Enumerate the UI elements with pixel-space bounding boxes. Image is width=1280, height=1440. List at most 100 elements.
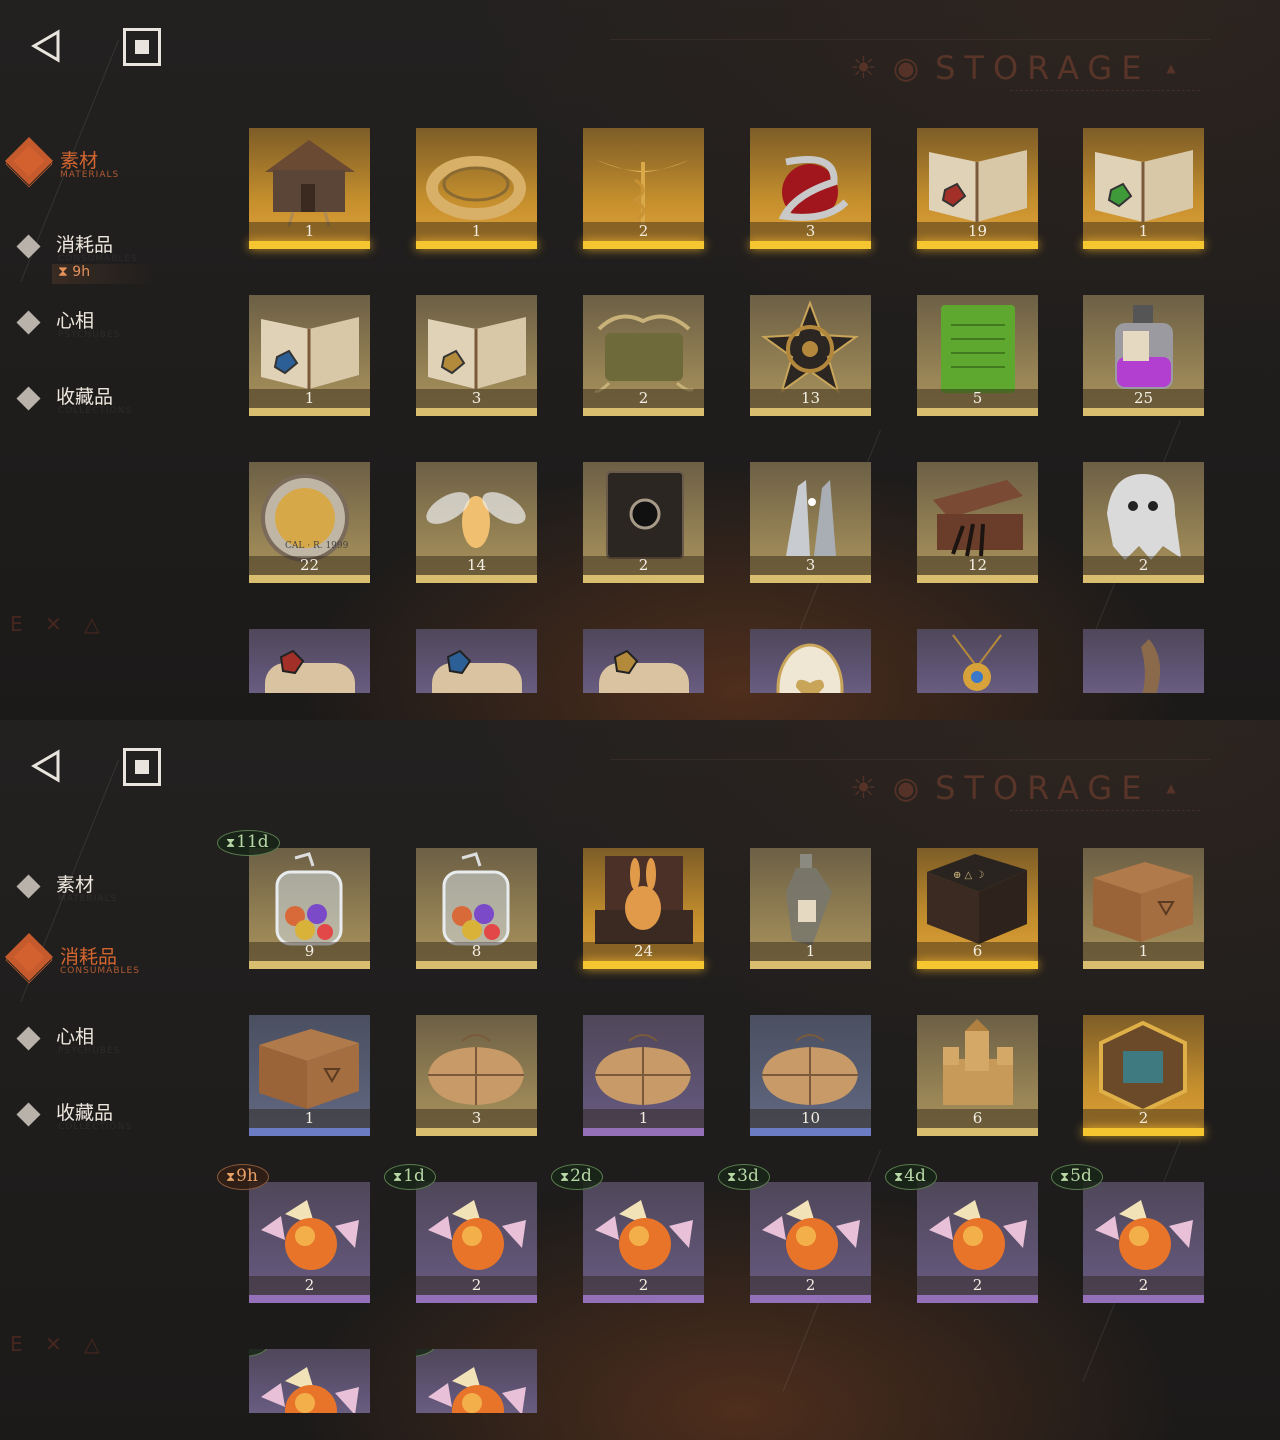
item-card[interactable]: 1 bbox=[1083, 128, 1204, 249]
rarity-bar bbox=[750, 961, 871, 969]
item-card[interactable]: 1 bbox=[416, 128, 537, 249]
item-card[interactable]: CAL · R. 1999 22 bbox=[249, 462, 370, 583]
item-card[interactable]: 3 bbox=[416, 1015, 537, 1136]
item-card[interactable]: 3 bbox=[750, 462, 871, 583]
home-button[interactable] bbox=[123, 748, 161, 786]
candies-icon bbox=[428, 1200, 526, 1270]
item-count: 3 bbox=[805, 222, 816, 240]
nav-psychubes[interactable]: 心相 PSYCHUBES bbox=[0, 300, 220, 350]
item-card[interactable]: 24 bbox=[583, 848, 704, 969]
item-card[interactable]: 6 bbox=[917, 1015, 1038, 1136]
timer-text: 11d bbox=[236, 832, 269, 852]
item-card[interactable]: 2 ⧗5d bbox=[1051, 1164, 1204, 1303]
rarity-bar bbox=[416, 1295, 537, 1303]
item-card[interactable]: 3 bbox=[416, 295, 537, 416]
item-card[interactable]: ⧗7d bbox=[416, 1349, 537, 1413]
item-card[interactable]: 1 bbox=[583, 1015, 704, 1136]
sand-castle-icon bbox=[943, 1019, 1013, 1105]
header-deco bbox=[610, 720, 1210, 760]
item-card[interactable]: 5 bbox=[917, 295, 1038, 416]
rarity-bar bbox=[750, 408, 871, 416]
item-card[interactable]: 1 bbox=[249, 1015, 370, 1136]
storage-title: STORAGE bbox=[935, 769, 1151, 807]
item-count: 1 bbox=[471, 222, 482, 240]
back-arrow-icon bbox=[31, 749, 60, 783]
item-card[interactable]: 19 bbox=[917, 128, 1038, 249]
item-card[interactable] bbox=[917, 629, 1038, 693]
item-count: 14 bbox=[466, 556, 487, 574]
nav-label: 心相 bbox=[56, 310, 95, 332]
item-card[interactable]: 13 bbox=[750, 295, 871, 416]
item-card[interactable]: 10 bbox=[750, 1015, 871, 1136]
rarity-bar bbox=[750, 1295, 871, 1303]
item-count: 3 bbox=[471, 1109, 482, 1127]
gold-rune-book-icon bbox=[428, 317, 526, 389]
svg-text:⊕ △ ☽: ⊕ △ ☽ bbox=[953, 870, 984, 881]
square-stop-icon bbox=[135, 40, 149, 54]
back-button[interactable] bbox=[28, 748, 64, 784]
back-button[interactable] bbox=[28, 28, 64, 64]
rarity-bar bbox=[1083, 408, 1204, 416]
item-card[interactable]: 2 bbox=[583, 462, 704, 583]
item-card[interactable]: 2 ⧗3d bbox=[718, 1164, 871, 1303]
home-button[interactable] bbox=[123, 28, 161, 66]
back-arrow-icon bbox=[31, 29, 60, 63]
square-stop-icon bbox=[135, 760, 149, 774]
candies-icon bbox=[1095, 1200, 1193, 1270]
winged-caduceus-icon bbox=[597, 160, 689, 224]
nav-collections[interactable]: 收藏品 COLLECTIONS bbox=[0, 376, 220, 426]
item-card[interactable] bbox=[1083, 629, 1204, 693]
rarity-bar bbox=[917, 1295, 1038, 1303]
item-card[interactable]: 14 bbox=[416, 462, 537, 583]
item-card[interactable] bbox=[583, 629, 704, 693]
item-card[interactable]: 2 ⧗9h bbox=[217, 1164, 370, 1303]
expiry-timer-badge: ⧗3d bbox=[718, 1164, 770, 1190]
item-count: 1 bbox=[304, 1109, 315, 1127]
svg-text:CAL · R. 1999: CAL · R. 1999 bbox=[285, 541, 349, 551]
item-card[interactable]: 1 bbox=[750, 848, 871, 969]
item-count: 1 bbox=[304, 389, 315, 407]
nav-materials[interactable]: 素材 MATERIALS bbox=[0, 864, 220, 914]
item-card[interactable] bbox=[416, 629, 537, 693]
timer-text: 3d bbox=[737, 1166, 759, 1186]
item-card[interactable]: ⧗6d bbox=[249, 1349, 370, 1413]
item-card[interactable]: 2 bbox=[583, 128, 704, 249]
item-card[interactable]: 12 bbox=[917, 462, 1038, 583]
nav-label: 收藏品 bbox=[56, 386, 114, 408]
diamond-icon bbox=[16, 1026, 41, 1051]
nav-label: 消耗品 bbox=[60, 946, 118, 968]
rarity-bar bbox=[583, 408, 704, 416]
item-card[interactable]: 1 bbox=[249, 295, 370, 416]
nav-psychubes[interactable]: 心相 PSYCHUBES bbox=[0, 1016, 220, 1066]
item-card[interactable]: 2 ⧗2d bbox=[551, 1164, 704, 1303]
nav-label: 心相 bbox=[56, 1026, 95, 1048]
item-count: 2 bbox=[304, 1276, 315, 1294]
nav-collections[interactable]: 收藏品 COLLECTIONS bbox=[0, 1092, 220, 1142]
item-card[interactable]: 1 bbox=[249, 128, 370, 249]
nav-label: 素材 bbox=[56, 874, 95, 896]
item-card[interactable]: 2 ⧗4d bbox=[885, 1164, 1038, 1303]
item-card[interactable] bbox=[750, 629, 871, 693]
item-card[interactable]: 9 ⧗11d bbox=[217, 830, 370, 969]
item-card[interactable]: 2 bbox=[583, 295, 704, 416]
header-deco bbox=[610, 0, 1210, 40]
item-card[interactable]: ⊕ △ ☽ 6 bbox=[917, 848, 1038, 969]
item-card[interactable]: 3 bbox=[750, 128, 871, 249]
item-card[interactable]: 1 bbox=[1083, 848, 1204, 969]
nav-consumables[interactable]: 消耗品 CONSUMABLES bbox=[0, 936, 220, 986]
candies-icon bbox=[929, 1200, 1027, 1270]
rarity-bar bbox=[750, 1128, 871, 1136]
timer-text: 2d bbox=[570, 1166, 592, 1186]
item-card[interactable]: 2 bbox=[1083, 462, 1204, 583]
item-card[interactable]: 2 ⧗1d bbox=[384, 1164, 537, 1303]
storage-subline bbox=[1010, 810, 1200, 813]
item-card[interactable]: 8 bbox=[416, 848, 537, 969]
eye-icon: ◉ bbox=[892, 50, 920, 86]
heart-egg-icon bbox=[776, 643, 844, 693]
nav-materials[interactable]: 素材 MATERIALS bbox=[0, 140, 220, 190]
item-card[interactable] bbox=[249, 629, 370, 693]
hourglass-icon: ⧗ bbox=[393, 1170, 403, 1185]
rarity-bar bbox=[416, 1128, 537, 1136]
item-card[interactable]: 2 bbox=[1083, 1015, 1204, 1136]
item-card[interactable]: 25 bbox=[1083, 295, 1204, 416]
